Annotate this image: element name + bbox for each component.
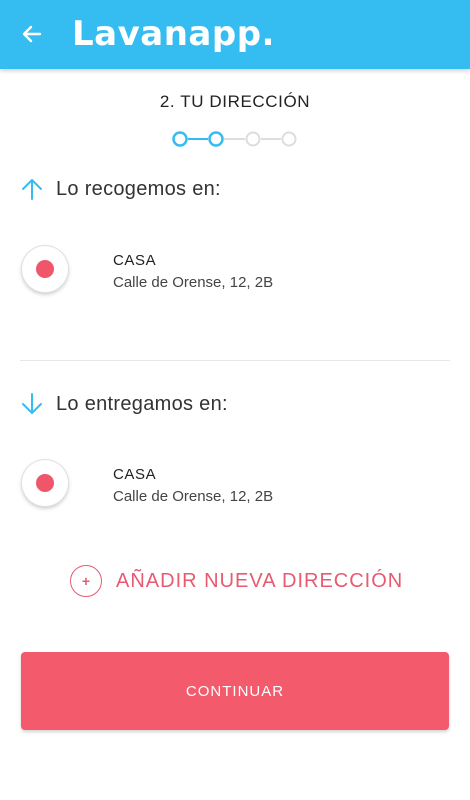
arrow-up-icon	[22, 179, 42, 200]
step-progress-indicator	[172, 131, 297, 147]
delivery-address-line: Calle de Orense, 12, 2B	[113, 488, 274, 505]
step-1-dot	[172, 131, 188, 147]
pickup-section-header: Lo recogemos en:	[20, 177, 221, 201]
step-4-dot	[281, 131, 297, 147]
delivery-section-header: Lo entregamos en:	[20, 392, 228, 416]
section-divider	[20, 360, 450, 361]
step-3-dot	[245, 131, 261, 147]
arrow-left-icon	[22, 25, 42, 43]
pickup-label: Lo recogemos en:	[56, 177, 221, 200]
plus-icon: +	[70, 565, 102, 597]
continue-button[interactable]: CONTINUAR	[21, 652, 449, 730]
pickup-address-name: CASA	[113, 252, 157, 269]
arrow-down-icon	[22, 393, 42, 414]
delivery-label: Lo entregamos en:	[56, 392, 228, 415]
radio-selected-dot	[36, 474, 54, 492]
add-address-button[interactable]: + AÑADIR NUEVA DIRECCIÓN	[70, 565, 403, 597]
app-logo: Lavanapp.	[72, 14, 275, 54]
back-button[interactable]	[14, 16, 50, 52]
add-address-label: AÑADIR NUEVA DIRECCIÓN	[116, 569, 404, 592]
radio-selected-dot	[36, 260, 54, 278]
step-title: 2. TU DIRECCIÓN	[159, 92, 311, 111]
app-header: Lavanapp.	[0, 0, 470, 69]
step-2-dot	[208, 131, 224, 147]
delivery-address-radio[interactable]	[22, 460, 68, 506]
pickup-address-line: Calle de Orense, 12, 2B	[113, 274, 274, 291]
app-screen: Lavanapp. 2. TU DIRECCIÓN Lo recogemos e…	[0, 0, 470, 800]
delivery-address-name: CASA	[113, 466, 157, 483]
delivery-address-row[interactable]: CASA Calle de Orense, 12, 2B	[22, 460, 452, 510]
pickup-address-radio[interactable]	[22, 246, 68, 292]
pickup-address-row[interactable]: CASA Calle de Orense, 12, 2B	[22, 246, 452, 296]
